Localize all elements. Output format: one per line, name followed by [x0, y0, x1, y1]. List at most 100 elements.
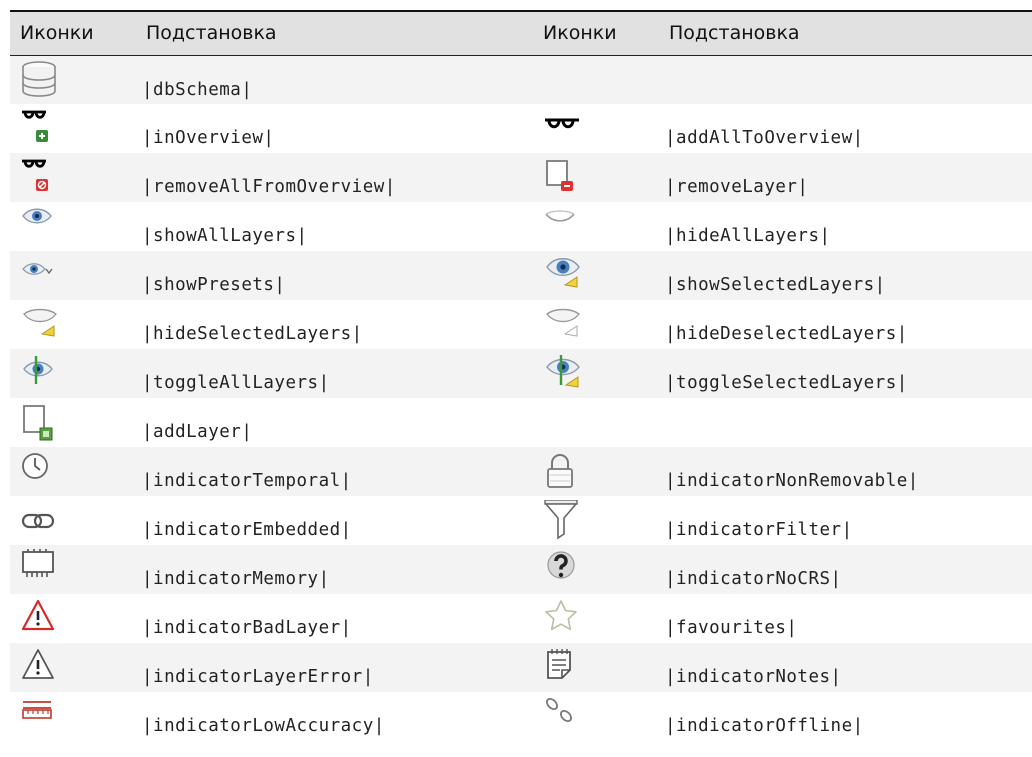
lock-icon: [543, 451, 659, 491]
table-row: |inOverview| |addAllToOverview|: [10, 104, 1032, 153]
cell-icon-right: [533, 349, 659, 398]
ruler-icon: [20, 696, 136, 730]
cell-substitution-left: |indicatorLowAccuracy|: [142, 716, 385, 736]
cell-icon-left: [10, 398, 136, 447]
cell-icon-right: [533, 594, 659, 643]
broken-link-icon: [543, 696, 659, 732]
warning-gray-icon: [20, 647, 136, 685]
cell-substitution-left: |addLayer|: [142, 422, 253, 442]
cell-icon-left: [10, 545, 136, 594]
eye-closed-icon: [543, 206, 659, 230]
table-header-row: Иконки Подстановка Иконки Подстановка: [10, 12, 1032, 56]
cell-substitution-left: |indicatorMemory|: [142, 569, 330, 589]
cell-substitution-left: |showPresets|: [142, 275, 286, 295]
cell-icon-left: [10, 153, 136, 202]
cell-icon-right: [533, 104, 659, 153]
question-crs-icon: [543, 549, 659, 587]
cell-icon-left: [10, 55, 136, 104]
cell-substitution-left: |indicatorTemporal|: [142, 471, 352, 491]
cell-substitution-right: |indicatorNonRemovable|: [665, 471, 919, 491]
cell-icon-right: [533, 251, 659, 300]
header-icons-left: Иконки: [10, 12, 136, 56]
cell-icon-right: [533, 398, 659, 447]
cell-substitution-left: |hideSelectedLayers|: [142, 324, 363, 344]
table-row: |indicatorMemory| |indicatorNoCRS|: [10, 545, 1032, 594]
eye-closed-selected-icon: [20, 304, 136, 340]
cell-icon-left: [10, 692, 136, 741]
cell-icon-left: [10, 643, 136, 692]
cell-substitution-left: |indicatorEmbedded|: [142, 520, 352, 540]
cell-icon-right: [533, 202, 659, 251]
cell-substitution-right: |removeLayer|: [665, 177, 809, 197]
chain-link-icon: [20, 500, 136, 540]
cell-icon-right: [533, 447, 659, 496]
eye-toggle-icon: [20, 353, 136, 387]
cell-icon-left: [10, 496, 136, 545]
table-row: |indicatorLayerError| |indicatorNotes|: [10, 643, 1032, 692]
table-row: |showAllLayers| |hideAllLayers|: [10, 202, 1032, 251]
cell-icon-left: [10, 251, 136, 300]
glasses-icon: [543, 108, 659, 138]
clock-icon: [20, 451, 136, 485]
cell-icon-right: [533, 55, 659, 104]
cell-icon-left: [10, 202, 136, 251]
eye-presets-icon: [20, 255, 136, 283]
header-substitution-right: Подстановка: [659, 12, 1032, 56]
eye-closed-deselected-icon: [543, 304, 659, 340]
glasses-plus-icon: [20, 108, 136, 152]
table-row: |indicatorTemporal| |indicatorNonRemovab…: [10, 447, 1032, 496]
table-row: |indicatorLowAccuracy| |indicatorOffline…: [10, 692, 1032, 741]
cell-icon-right: [533, 153, 659, 202]
cell-substitution-right: |indicatorFilter|: [665, 520, 853, 540]
cell-icon-left: [10, 349, 136, 398]
funnel-filter-icon: [543, 500, 659, 544]
cell-icon-right: [533, 300, 659, 349]
memory-chip-icon: [20, 549, 136, 589]
cell-substitution-left: |dbSchema|: [142, 79, 253, 100]
cell-substitution-left: |indicatorLayerError|: [142, 667, 374, 687]
database-schema-icon: [20, 60, 136, 100]
table-row: |toggleAllLayers| |toggleSelectedLayers|: [10, 349, 1032, 398]
cell-icon-left: [10, 447, 136, 496]
cell-substitution-right: |showSelectedLayers|: [665, 275, 886, 295]
cell-substitution-right: [659, 398, 1032, 447]
cell-substitution-right: |addAllToOverview|: [665, 128, 864, 148]
cell-substitution-right: |hideAllLayers|: [665, 226, 831, 246]
cell-icon-right: [533, 496, 659, 545]
table-row: |indicatorBadLayer| |favourites|: [10, 594, 1032, 643]
table-row: |addLayer|: [10, 398, 1032, 447]
cell-substitution-right: |toggleSelectedLayers|: [665, 373, 908, 393]
cell-substitution-right: |indicatorNoCRS|: [665, 569, 842, 589]
cell-substitution-left: |removeAllFromOverview|: [142, 177, 396, 197]
cell-substitution-left: |toggleAllLayers|: [142, 373, 330, 393]
eye-selected-icon: [543, 255, 659, 291]
cell-substitution-right: |hideDeselectedLayers|: [665, 324, 908, 344]
cell-icon-right: [533, 545, 659, 594]
cell-substitution-left: |inOverview|: [142, 128, 275, 148]
cell-icon-right: [533, 692, 659, 741]
table-row: |showPresets| |showSelectedLayers|: [10, 251, 1032, 300]
cell-icon-left: [10, 104, 136, 153]
cell-substitution-right: [659, 55, 1032, 104]
header-substitution-left: Подстановка: [136, 12, 533, 56]
icon-substitution-table: Иконки Подстановка Иконки Подстановка |d…: [10, 12, 1032, 741]
eye-open-icon: [20, 206, 136, 230]
cell-substitution-left: |indicatorBadLayer|: [142, 618, 352, 638]
eye-toggle-selected-icon: [543, 353, 659, 389]
cell-substitution-right: |indicatorNotes|: [665, 667, 842, 687]
table-row: |dbSchema|: [10, 55, 1032, 104]
notes-icon: [543, 647, 659, 685]
cell-substitution-right: |indicatorOffline|: [665, 716, 864, 736]
glasses-remove-icon: [20, 157, 136, 201]
cell-substitution-right: |favourites|: [665, 618, 798, 638]
remove-layer-icon: [543, 157, 659, 197]
cell-icon-left: [10, 300, 136, 349]
cell-icon-left: [10, 594, 136, 643]
cell-substitution-left: |showAllLayers|: [142, 226, 308, 246]
cell-icon-right: [533, 643, 659, 692]
header-icons-right: Иконки: [533, 12, 659, 56]
table-row: |removeAllFromOverview| |removeLayer|: [10, 153, 1032, 202]
table-row: |hideSelectedLayers| |hideDeselectedLaye…: [10, 300, 1032, 349]
table-row: |indicatorEmbedded| |indicatorFilter|: [10, 496, 1032, 545]
star-outline-icon: [543, 598, 659, 636]
